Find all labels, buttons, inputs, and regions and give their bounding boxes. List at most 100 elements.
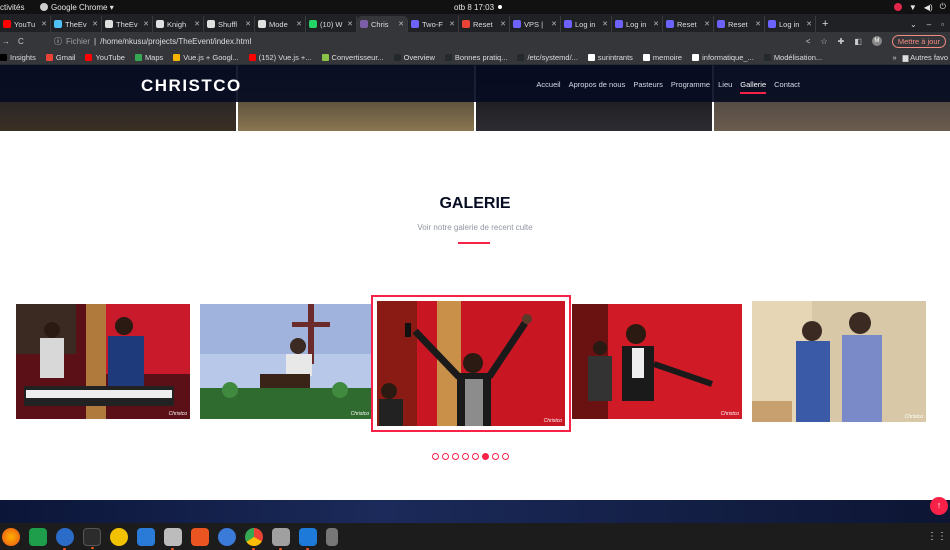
activities-button[interactable]: ctivités <box>0 3 24 12</box>
browser-tab[interactable]: Reset ✕ <box>459 16 510 32</box>
carousel-dot[interactable] <box>502 453 509 460</box>
tab-close-icon[interactable]: ✕ <box>602 20 608 28</box>
tab-close-icon[interactable]: ✕ <box>755 20 761 28</box>
firefox-icon[interactable] <box>2 527 20 546</box>
browser-tab[interactable]: Reset ✕ <box>714 16 765 32</box>
browser-tab[interactable]: Shuffl ✕ <box>204 16 255 32</box>
bookmark-item[interactable]: Vue.js + Googl... <box>173 53 239 62</box>
browser-tab[interactable]: Chris ✕ <box>357 16 408 32</box>
other-bookmarks-folder[interactable]: ▆ Autres favo <box>903 53 948 62</box>
update-button[interactable]: Mettre à jour <box>891 34 946 48</box>
vscode-icon[interactable] <box>299 527 317 550</box>
maximize-button[interactable]: ▫ <box>941 20 944 29</box>
tab-close-icon[interactable]: ✕ <box>449 20 455 28</box>
bookmark-item[interactable]: (152) Vue.js +... <box>248 53 312 62</box>
carousel-dot[interactable] <box>472 453 479 460</box>
tab-close-icon[interactable]: ✕ <box>245 20 251 28</box>
carousel-dot[interactable] <box>462 453 469 460</box>
help-icon[interactable] <box>218 527 236 546</box>
gallery-photo-congregation[interactable]: Christco <box>752 301 926 422</box>
archive-manager-icon[interactable] <box>272 527 290 550</box>
nav-link-contact[interactable]: Contact <box>774 80 800 89</box>
reload-button[interactable]: C <box>18 37 24 46</box>
browser-tab[interactable]: Log in ✕ <box>765 16 816 32</box>
bookmark-item[interactable]: Overview <box>393 53 435 62</box>
thunderbird-icon[interactable] <box>56 527 74 550</box>
share-icon[interactable]: < <box>806 37 811 46</box>
browser-tab[interactable]: Mode ✕ <box>255 16 306 32</box>
gallery-photo-keyboardist[interactable]: Christco <box>16 304 190 419</box>
carousel-dot[interactable] <box>482 453 489 460</box>
carousel-dot[interactable] <box>492 453 499 460</box>
writer-app-icon[interactable] <box>137 527 155 546</box>
trash-icon[interactable] <box>326 527 338 546</box>
tab-close-icon[interactable]: ✕ <box>398 20 404 28</box>
terminal-icon[interactable] <box>83 527 101 549</box>
carousel-dot[interactable] <box>432 453 439 460</box>
bookmark-item[interactable]: Convertisseur... <box>321 53 384 62</box>
browser-tab[interactable]: Log in ✕ <box>612 16 663 32</box>
profile-avatar[interactable]: M <box>871 36 882 46</box>
rhythmbox-icon[interactable] <box>110 527 128 546</box>
browser-tab[interactable]: Log in ✕ <box>561 16 612 32</box>
nav-link-lieu[interactable]: Lieu <box>718 80 732 89</box>
nav-link-gallerie[interactable]: Gallerie <box>740 80 766 94</box>
files-icon[interactable] <box>164 527 182 550</box>
spreadsheet-app-icon[interactable] <box>29 527 47 546</box>
new-tab-button[interactable]: + <box>816 16 834 32</box>
tab-close-icon[interactable]: ✕ <box>296 20 302 28</box>
tab-close-icon[interactable]: ✕ <box>41 20 47 28</box>
site-logo[interactable]: CHRISTCO <box>141 76 242 96</box>
extensions-icon[interactable]: ✚ <box>838 37 845 46</box>
tab-close-icon[interactable]: ✕ <box>500 20 506 28</box>
gallery-photo-singer[interactable]: Christco <box>572 304 742 419</box>
bookmark-item[interactable]: Insights <box>0 53 36 62</box>
more-bookmarks-button[interactable]: » <box>892 53 896 62</box>
nav-link-accueil[interactable]: Accueil <box>536 80 560 89</box>
browser-tab[interactable]: YouTu ✕ <box>0 16 51 32</box>
tab-close-icon[interactable]: ✕ <box>704 20 710 28</box>
side-panel-icon[interactable]: ◧ <box>854 37 862 46</box>
nav-link-programme[interactable]: Programme <box>671 80 710 89</box>
minimize-button[interactable]: – <box>927 20 931 29</box>
browser-tab[interactable]: (10) W ✕ <box>306 16 357 32</box>
tab-close-icon[interactable]: ✕ <box>551 20 557 28</box>
carousel-dot[interactable] <box>442 453 449 460</box>
browser-tab[interactable]: TheEv ✕ <box>102 16 153 32</box>
tab-close-icon[interactable]: ✕ <box>806 20 812 28</box>
address-bar[interactable]: ⓘ Fichier | /home/nkusu/projects/TheEven… <box>54 36 806 47</box>
browser-tab[interactable]: TheEv ✕ <box>51 16 102 32</box>
browser-tab[interactable]: Reset ✕ <box>663 16 714 32</box>
tab-close-icon[interactable]: ✕ <box>194 20 200 28</box>
clock[interactable]: otb 8 17:03 <box>454 3 503 12</box>
carousel-dot[interactable] <box>452 453 459 460</box>
bookmark-item[interactable]: informatique_... <box>692 53 754 62</box>
bookmark-item[interactable]: YouTube <box>85 53 125 62</box>
browser-tab[interactable]: Knigh ✕ <box>153 16 204 32</box>
bookmark-item[interactable]: Gmail <box>45 53 75 62</box>
show-applications-icon[interactable]: ⋮⋮ <box>927 531 947 542</box>
back-to-top-button[interactable]: ↑ <box>930 497 948 515</box>
bookmark-star-icon[interactable]: ☆ <box>820 37 827 46</box>
bookmark-item[interactable]: Bonnes pratiq... <box>444 53 507 62</box>
tab-close-icon[interactable]: ✕ <box>143 20 149 28</box>
bookmark-item[interactable]: surintrants <box>587 53 633 62</box>
system-tray[interactable]: ▼ ◀) ⏻ <box>893 2 946 12</box>
browser-tab[interactable]: Two-F ✕ <box>408 16 459 32</box>
tab-close-icon[interactable]: ✕ <box>92 20 98 28</box>
tab-close-icon[interactable]: ✕ <box>653 20 659 28</box>
chrome-dock-icon[interactable] <box>245 527 263 550</box>
browser-tab[interactable]: VPS | ✕ <box>510 16 561 32</box>
forward-button[interactable]: → <box>2 37 10 46</box>
tab-search-icon[interactable]: ⌄ <box>910 20 917 29</box>
tab-close-icon[interactable]: ✕ <box>347 20 353 28</box>
gallery-photo-worship-featured[interactable]: Christco <box>371 295 571 432</box>
nav-link-apropos-de-nous[interactable]: Apropos de nous <box>569 80 626 89</box>
bookmark-item[interactable]: memoire <box>642 53 682 62</box>
nav-link-pasteurs[interactable]: Pasteurs <box>633 80 663 89</box>
bookmark-item[interactable]: /etc/systemd/... <box>517 53 578 62</box>
bookmark-item[interactable]: Modélisation... <box>763 53 822 62</box>
bookmark-item[interactable]: Maps <box>134 53 163 62</box>
gallery-photo-preacher-pulpit[interactable]: Christco <box>200 304 372 419</box>
software-center-icon[interactable] <box>191 527 209 546</box>
